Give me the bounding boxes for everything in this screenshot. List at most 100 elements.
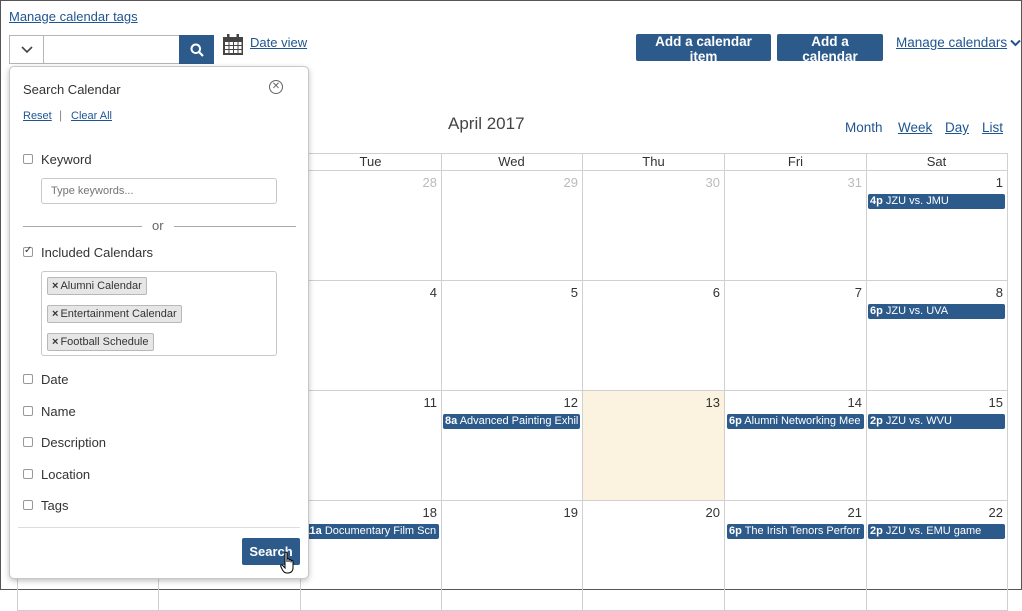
search-scope-dropdown[interactable] <box>9 35 44 64</box>
calendar-tag[interactable]: × Entertainment Calendar <box>47 305 182 323</box>
day-number: 19 <box>563 505 578 520</box>
day-number: 12 <box>563 395 578 410</box>
tab-month[interactable]: Month <box>845 120 883 135</box>
day-number: 6 <box>712 285 720 300</box>
day-cell[interactable]: 8 6p JZU vs. UVA <box>866 281 1008 391</box>
day-number: 7 <box>854 285 862 300</box>
location-checkbox[interactable] <box>23 469 33 479</box>
day-cell[interactable]: 22 2p JZU vs. EMU game <box>866 501 1008 611</box>
keyword-label: Keyword <box>41 152 92 167</box>
day-cell[interactable]: 1 4p JZU vs. JMU <box>866 171 1008 281</box>
weekday-header-sat: Sat <box>866 153 1008 171</box>
event-time: 8a <box>445 415 458 427</box>
day-number: 18 <box>422 505 437 520</box>
event-time: 6p <box>729 525 742 537</box>
remove-tag-icon[interactable]: × <box>52 308 58 320</box>
event-title: Advanced Painting Exhil <box>459 415 579 427</box>
search-button[interactable] <box>179 35 214 64</box>
day-cell[interactable]: 30 <box>583 171 725 281</box>
keyword-checkbox[interactable] <box>23 154 33 164</box>
calendar-tag[interactable]: × Football Schedule <box>47 333 154 351</box>
manage-calendar-tags-link[interactable]: Manage calendar tags <box>9 9 138 24</box>
day-cell[interactable]: 29 <box>441 171 583 281</box>
remove-tag-icon[interactable]: × <box>52 280 58 292</box>
day-cell[interactable]: 19 <box>441 501 583 611</box>
date-view-link[interactable]: Date view <box>250 35 307 50</box>
remove-tag-icon[interactable]: × <box>52 336 58 348</box>
calendar-event[interactable]: 8a Advanced Painting Exhil <box>443 414 580 429</box>
day-cell[interactable]: 18 11a Documentary Film Scn <box>300 501 442 611</box>
tags-label: Tags <box>41 498 69 513</box>
event-title: The Irish Tenors Perforr <box>744 525 861 537</box>
day-cell[interactable]: 31 <box>725 171 867 281</box>
day-cell[interactable]: 7 <box>725 281 867 391</box>
day-number: 8 <box>995 285 1003 300</box>
name-label: Name <box>41 404 76 419</box>
calendar-event[interactable]: 6p The Irish Tenors Perforr <box>727 524 864 539</box>
included-calendars-tagbox[interactable]: × Alumni Calendar × Entertainment Calendar ×… <box>41 271 277 356</box>
search-calendar-panel: Search Calendar ✕ Reset | Clear All Keyw… <box>9 66 309 579</box>
name-checkbox[interactable] <box>23 406 33 416</box>
search-input[interactable] <box>43 35 180 64</box>
tab-week[interactable]: Week <box>898 120 932 135</box>
day-number: 1 <box>995 175 1003 190</box>
chevron-down-icon <box>21 45 33 53</box>
calendar-event[interactable]: 6p Alumni Networking Mee <box>727 414 864 429</box>
date-label: Date <box>41 372 69 387</box>
tags-checkbox[interactable] <box>23 500 33 510</box>
tag-label: Alumni Calendar <box>60 280 142 292</box>
event-title: Alumni Networking Mee <box>744 415 861 427</box>
day-number: 22 <box>988 505 1003 520</box>
day-number: 14 <box>847 395 862 410</box>
day-number: 21 <box>847 505 862 520</box>
divider <box>174 226 296 227</box>
clear-all-link[interactable]: Clear All <box>71 110 112 122</box>
keyword-input[interactable] <box>41 178 277 204</box>
search-icon <box>190 43 204 57</box>
day-cell[interactable]: 11 <box>300 391 442 501</box>
day-cell[interactable]: 4 <box>300 281 442 391</box>
date-checkbox[interactable] <box>23 374 33 384</box>
tag-label: Football Schedule <box>60 336 149 348</box>
event-time: 2p <box>870 525 883 537</box>
included-calendars-checkbox[interactable] <box>23 245 33 257</box>
day-cell[interactable]: 20 <box>583 501 725 611</box>
day-cell[interactable]: 13 <box>583 391 725 501</box>
day-cell[interactable]: 21 6p The Irish Tenors Perforr <box>725 501 867 611</box>
manage-calendars-menu[interactable]: Manage calendars <box>896 35 1021 50</box>
calendar-event[interactable]: 4p JZU vs. JMU <box>868 194 1005 209</box>
event-title: JZU vs. EMU game <box>885 525 982 537</box>
day-cell[interactable]: 28 <box>300 171 442 281</box>
description-checkbox[interactable] <box>23 437 33 447</box>
day-cell[interactable]: 15 2p JZU vs. WVU <box>866 391 1008 501</box>
weekday-header-thu: Thu <box>583 153 725 171</box>
weekday-header-fri: Fri <box>725 153 867 171</box>
calendar-icon[interactable] <box>222 34 244 56</box>
day-cell[interactable]: 12 8a Advanced Painting Exhil <box>441 391 583 501</box>
event-title: JZU vs. JMU <box>885 195 949 207</box>
add-calendar-button[interactable]: Add a calendar <box>777 34 883 64</box>
calendar-event[interactable]: 2p JZU vs. WVU <box>868 414 1005 429</box>
tag-label: Entertainment Calendar <box>60 308 177 320</box>
hand-cursor-icon <box>280 551 294 574</box>
or-separator: or <box>152 218 164 233</box>
day-number: 13 <box>705 395 720 410</box>
month-title: April 2017 <box>448 114 525 133</box>
day-cell[interactable]: 14 6p Alumni Networking Mee <box>725 391 867 501</box>
add-calendar-item-button[interactable]: Add a calendar item <box>636 34 771 64</box>
day-number: 30 <box>705 175 720 190</box>
event-title: JZU vs. WVU <box>885 415 952 427</box>
reset-link[interactable]: Reset <box>23 110 52 122</box>
day-number: 15 <box>988 395 1003 410</box>
day-number: 20 <box>705 505 720 520</box>
calendar-event[interactable]: 6p JZU vs. UVA <box>868 304 1005 319</box>
included-calendars-label: Included Calendars <box>41 245 154 260</box>
calendar-event[interactable]: 11a Documentary Film Scn <box>302 524 439 539</box>
close-icon[interactable]: ✕ <box>269 80 283 94</box>
tab-day[interactable]: Day <box>945 120 969 135</box>
tab-list[interactable]: List <box>982 120 1003 135</box>
calendar-tag[interactable]: × Alumni Calendar <box>47 277 147 295</box>
day-cell[interactable]: 5 <box>441 281 583 391</box>
calendar-event[interactable]: 2p JZU vs. EMU game <box>868 524 1005 539</box>
day-cell[interactable]: 6 <box>583 281 725 391</box>
